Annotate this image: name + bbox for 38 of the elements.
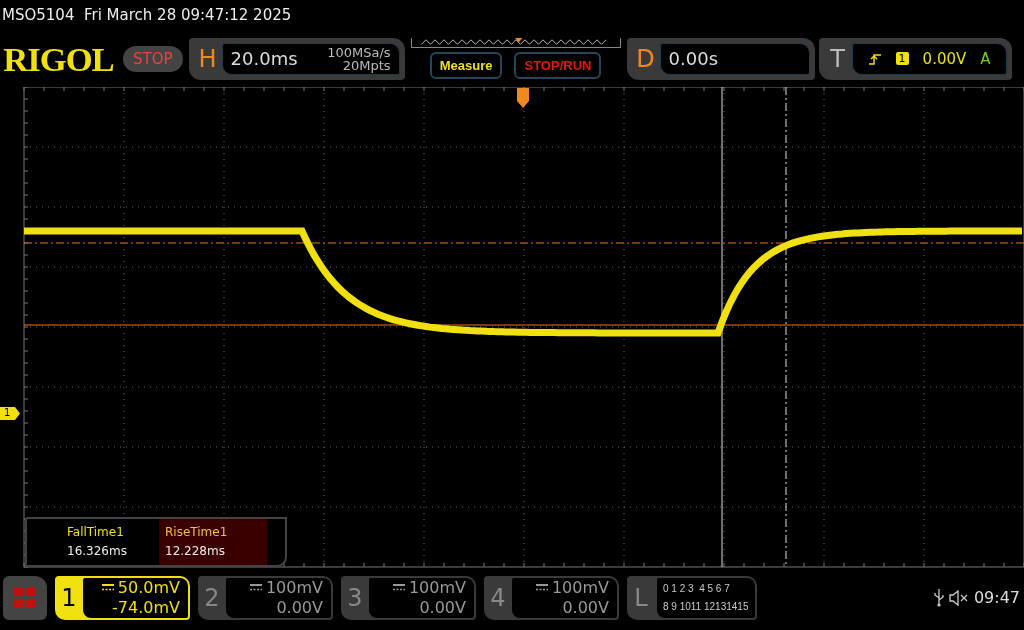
delay-panel[interactable]: D 0.00s	[626, 37, 815, 80]
timeline-strip-icon	[410, 38, 621, 48]
menu-button[interactable]	[3, 575, 47, 620]
measurement-item[interactable]: FallTime1 16.326ms	[27, 519, 159, 565]
grid-menu-icon	[14, 586, 36, 609]
channel-marker: 1	[0, 407, 20, 420]
dc-coupling-icon	[101, 584, 114, 591]
measure-button[interactable]: Measure	[429, 52, 503, 79]
trigger-position-icon	[517, 88, 529, 108]
trigger-label: T	[829, 44, 846, 73]
timebase-value: 20.0ms	[230, 48, 298, 69]
horizontal-label: H	[197, 44, 218, 73]
channel-tab[interactable]: 4 100mV 0.00V	[484, 575, 619, 620]
trigger-level: 0.00V	[922, 49, 967, 68]
measurement-item[interactable]: RiseTime1 12.228ms	[159, 519, 267, 565]
usb-icon	[933, 588, 944, 607]
dc-coupling-icon	[249, 584, 262, 591]
stop-run-button[interactable]: STOP/RUN	[514, 52, 602, 79]
clock: 09:47	[973, 588, 1020, 607]
sample-rate: 100MSa/s	[327, 45, 391, 59]
channel-tab[interactable]: 3 100mV 0.00V	[341, 575, 476, 620]
dc-coupling-icon	[535, 584, 548, 591]
channel-tab[interactable]: 2 100mV 0.00V	[198, 575, 333, 620]
delay-label: D	[635, 44, 656, 73]
logo: RIGOL	[3, 42, 114, 79]
rising-edge-icon	[867, 51, 882, 66]
speaker-muted-icon	[948, 589, 969, 606]
memory-depth: 20Mpts	[342, 58, 391, 72]
dc-coupling-icon	[392, 584, 405, 591]
channel-tab[interactable]: 1 50.0mV -74.0mV	[55, 575, 190, 620]
status-line: MSO5104 Fri March 28 09:47:12 2025	[1, 5, 293, 26]
delay-value: 0.00s	[668, 48, 719, 69]
trigger-source: 1	[895, 52, 909, 65]
run-state-badge: STOP	[123, 45, 183, 72]
trigger-mode: A	[980, 49, 991, 68]
logic-tab[interactable]: L 0 1 2 3 4 5 6 7 8 9 1011 12131415	[627, 575, 757, 620]
trigger-panel[interactable]: T 1 0.00V A	[818, 37, 1012, 80]
horizontal-panel[interactable]: H 20.0ms 100MSa/s 20Mpts	[188, 37, 405, 80]
